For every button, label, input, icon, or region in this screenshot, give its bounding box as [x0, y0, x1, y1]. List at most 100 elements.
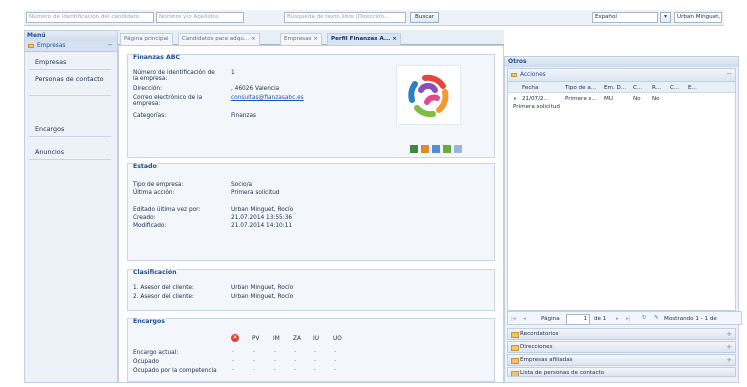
sidebar-item-label: Empresas: [35, 58, 67, 66]
sidebar-item-empresas[interactable]: Empresas: [29, 55, 111, 70]
sidebar-item-anuncios[interactable]: Anuncios: [29, 145, 111, 160]
row-value: -: [253, 366, 256, 373]
row-value: -: [274, 366, 277, 373]
column-header[interactable]: C...: [633, 85, 642, 91]
sidebar-item-personas-de-contacto[interactable]: Personas de contacto: [29, 71, 111, 96]
field-value: 1: [231, 70, 235, 76]
close-icon[interactable]: ×: [313, 36, 318, 42]
section-direcciones[interactable]: Direcciones +: [507, 341, 736, 353]
column-header[interactable]: Tipo de a...: [565, 85, 596, 91]
sidebar-title: Menú: [25, 31, 117, 41]
section-label: Empresas afiliadas: [520, 357, 573, 363]
chevron-down-icon[interactable]: ▾: [660, 12, 671, 23]
section-recordatorios[interactable]: Recordatorios +: [507, 328, 736, 340]
section-lista-personas[interactable]: Lista de personas de contacto: [507, 367, 736, 377]
column-header[interactable]: C...: [670, 85, 679, 91]
language-select[interactable]: Español: [592, 12, 658, 23]
expand-icon[interactable]: ▸: [514, 96, 517, 102]
name-search-input[interactable]: Nombre y/o Apellidos: [156, 12, 244, 23]
print-icon[interactable]: [454, 145, 462, 153]
sidebar: Menú Empresas − Empresas Personas de con…: [24, 30, 118, 383]
tab-bar: Página principal Candidatos para adqu...…: [118, 30, 504, 46]
free-text-search-input[interactable]: Búsqueda de texto libre (Dirección...: [284, 12, 406, 23]
first-page-icon[interactable]: |◂: [511, 316, 516, 322]
edit-icon[interactable]: [432, 145, 440, 153]
expand-icon[interactable]: +: [726, 329, 732, 340]
column-header[interactable]: Fecha: [522, 85, 538, 91]
sidebar-item-label: Personas de contacto: [35, 75, 104, 83]
id-search-input[interactable]: Número de identificación del candidato: [26, 12, 154, 23]
field-label: Número de identificación de la empresa:: [133, 70, 215, 82]
row-value: -: [294, 366, 297, 373]
document-icon[interactable]: [421, 145, 429, 153]
section-empresas-afiliadas[interactable]: Empresas afiliadas +: [507, 354, 736, 366]
user-field[interactable]: Urban Minguet, Ro: [674, 12, 722, 23]
field-label: Modificado:: [133, 223, 167, 229]
folder-icon: [28, 44, 34, 48]
others-title: Otros: [505, 57, 738, 67]
sidebar-item-encargos[interactable]: Encargos: [29, 122, 111, 137]
page-label: Página: [541, 316, 560, 322]
page-count: de 1: [594, 316, 607, 322]
sidebar-item-label: Encargos: [35, 125, 65, 133]
sidebar-section-header[interactable]: Empresas −: [25, 41, 117, 52]
column-header: IU: [313, 336, 319, 342]
table-row[interactable]: ▸ 21/07/2... Primera s... MU No No Prime…: [508, 94, 735, 112]
company-logo: [396, 65, 461, 125]
company-name: Finanzas ABC: [133, 54, 180, 61]
acciones-panel: Acciones − Fecha Tipo de a... Em. D... C…: [507, 68, 736, 311]
pager: |◂ ◂ Página 1 de 1 ▸ ▸| ↻ ✎ Mostrando 1 …: [507, 311, 742, 325]
row-value: -: [253, 348, 256, 355]
collapse-icon[interactable]: −: [107, 41, 113, 49]
tab-label: Candidatos para adqu...: [182, 36, 250, 42]
column-header[interactable]: R...: [652, 85, 661, 91]
field-label: Dirección:: [133, 86, 163, 92]
section-title: Estado: [133, 163, 157, 170]
next-page-icon[interactable]: ▸: [616, 316, 619, 322]
field-value: Primera solicitud: [231, 190, 280, 196]
field-value: Finanzas: [231, 113, 257, 119]
row-value: -: [314, 348, 317, 355]
row-value: -: [334, 366, 337, 373]
company-fieldset: Finanzas ABC Número de identificación de…: [127, 54, 495, 158]
prev-page-icon[interactable]: ◂: [523, 316, 526, 322]
folder-icon: [511, 73, 517, 77]
encargos-fieldset: Encargos ✕ PV IM ZA IU UO Encargo actual…: [127, 318, 495, 382]
page-input[interactable]: 1: [566, 314, 590, 325]
search-button[interactable]: Buscar: [410, 12, 440, 23]
table-cell: Primera s...: [565, 96, 597, 102]
field-value: Urban Minguet, Rocío: [231, 294, 294, 300]
pencil-icon[interactable]: ✎: [654, 315, 659, 321]
close-icon[interactable]: ×: [392, 36, 397, 42]
section-title: Encargos: [133, 318, 165, 325]
company-profile-panel: ▲ Finanzas ABC Número de identificación …: [118, 45, 504, 383]
expand-icon[interactable]: +: [726, 342, 732, 353]
refresh-icon[interactable]: ↻: [642, 315, 647, 321]
chart-icon[interactable]: [443, 145, 451, 153]
excel-icon[interactable]: [410, 145, 418, 153]
row-value: -: [314, 357, 317, 364]
acciones-header[interactable]: Acciones −: [508, 69, 735, 82]
email-link[interactable]: consultas@fianzasabc.es: [231, 95, 304, 101]
acciones-table-header: Fecha Tipo de a... Em. D... C... R... C.…: [508, 82, 735, 93]
field-label: Última acción:: [133, 190, 175, 196]
row-value: -: [314, 366, 317, 373]
tab-label: Empresas: [284, 36, 312, 42]
column-header: PV: [252, 336, 260, 342]
collapse-icon[interactable]: −: [726, 70, 732, 78]
close-icon[interactable]: ×: [251, 36, 256, 42]
field-label: Tipo de empresa:: [133, 182, 184, 188]
expand-icon[interactable]: +: [726, 355, 732, 366]
top-bar: Número de identificación del candidato N…: [24, 10, 724, 26]
row-value: -: [274, 357, 277, 364]
cancel-icon: ✕: [231, 334, 239, 342]
column-header[interactable]: Em. D...: [604, 85, 626, 91]
column-header[interactable]: E...: [688, 85, 697, 91]
folder-icon: [511, 332, 519, 338]
showing-count: Mostrando 1 - 1 de: [664, 316, 717, 322]
folder-icon: [511, 371, 519, 376]
row-value: -: [294, 348, 297, 355]
last-page-icon[interactable]: ▸|: [626, 316, 631, 322]
field-label: Categorías:: [133, 113, 167, 119]
row-label: Ocupado: [133, 359, 159, 365]
